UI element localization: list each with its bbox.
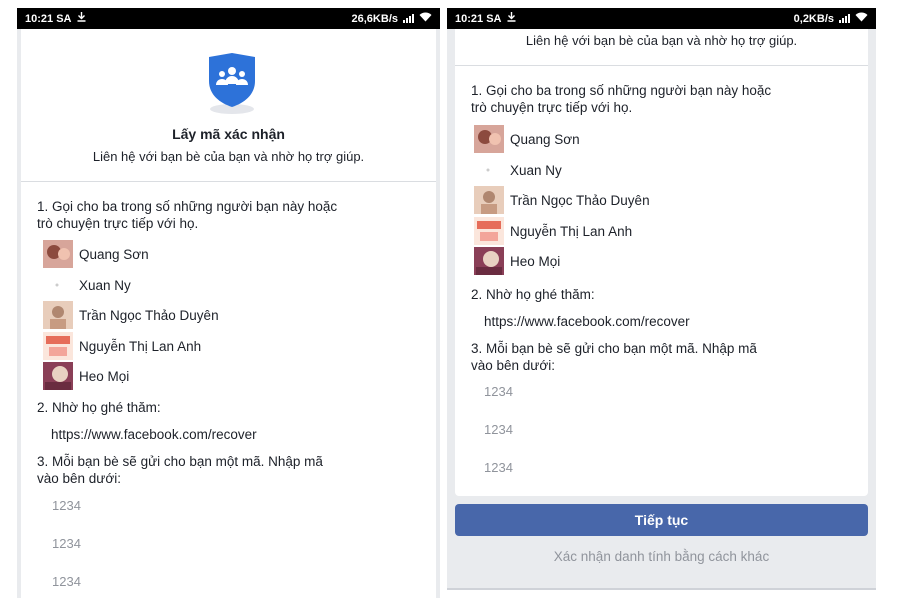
friend-item: Nguyễn Thị Lan Anh [474,217,632,245]
step2-text: 2. Nhờ họ ghé thăm: [471,287,595,302]
recover-url: https://www.facebook.com/recover [484,314,690,329]
status-time: 10:21 SA [25,12,72,25]
friend-name: Nguyễn Thị Lan Anh [510,223,633,239]
friend-avatar [474,125,504,153]
page-subtitle: Liên hệ với bạn bè của bạn và nhờ họ trợ… [525,33,798,48]
friend-item: Heo Mọi [474,247,560,275]
friend-name: Xuan Ny [79,277,131,293]
status-bar: 10:21 SA 0,2KB/s [447,8,876,29]
friend-name: Quang Sơn [510,131,580,147]
step3-text-cont: vào bên dưới: [37,471,121,486]
code-input[interactable]: 1234 [484,460,513,475]
friend-item: Nguyễn Thị Lan Anh [43,332,201,360]
friend-item: Quang Sơn [474,125,580,153]
alternate-verification-link[interactable]: Xác nhận danh tính bằng cách khác [447,549,876,564]
friend-item: Quang Sơn [43,240,149,268]
friend-item: Trần Ngọc Thảo Duyên [43,301,219,329]
signal-icon [839,14,850,23]
divider [455,65,868,66]
step1-text: 1. Gọi cho ba trong số những người bạn n… [37,199,338,214]
friend-item: Xuan Ny [474,156,562,184]
friend-name: Heo Mọi [510,253,561,269]
friend-avatar [43,271,73,299]
friend-avatar [43,332,73,360]
left-phone-screen: 10:21 SA 26,6KB/s Lấy mã xác nhận Liên h… [17,8,440,598]
friend-item: Heo Mọi [43,362,129,390]
continue-button[interactable]: Tiếp tục [455,504,868,536]
code-input[interactable]: 1234 [52,536,81,551]
friend-avatar [474,156,504,184]
status-time: 10:21 SA [455,12,502,25]
wifi-icon [419,12,432,25]
friend-item: Xuan Ny [43,271,131,299]
step1-text-cont: trò chuyện trực tiếp với họ. [471,100,633,115]
network-speed: 0,2KB/s [793,12,834,25]
right-phone-screen: 10:21 SA 0,2KB/s Liên hệ với bạn bè của … [447,8,876,590]
recover-url: https://www.facebook.com/recover [51,427,257,442]
status-bar: 10:21 SA 26,6KB/s [17,8,440,29]
signal-icon [403,14,414,23]
network-speed: 26,6KB/s [351,12,398,25]
friend-avatar [43,240,73,268]
wifi-icon [855,12,868,25]
friend-name: Quang Sơn [79,246,149,262]
friend-name: Trần Ngọc Thảo Duyên [510,192,650,208]
friend-avatar [43,301,73,329]
step3-text: 3. Mỗi bạn bè sẽ gửi cho bạn một mã. Nhậ… [471,341,757,356]
divider [447,588,876,590]
code-input[interactable]: 1234 [484,384,513,399]
friends-shield-icon [205,51,259,115]
friend-avatar [474,217,504,245]
friend-name: Heo Mọi [79,368,130,384]
page-title: Lấy mã xác nhận [172,126,285,142]
divider [21,181,436,182]
step3-text-cont: vào bên dưới: [471,358,555,373]
friend-avatar [474,186,504,214]
code-input[interactable]: 1234 [52,574,81,589]
friend-name: Nguyễn Thị Lan Anh [79,338,202,354]
download-arrow-icon [77,12,86,25]
step1-text: 1. Gọi cho ba trong số những người bạn n… [471,83,772,98]
code-input[interactable]: 1234 [484,422,513,437]
friend-item: Trần Ngọc Thảo Duyên [474,186,650,214]
recovery-card: Liên hệ với bạn bè của bạn và nhờ họ trợ… [455,29,868,496]
friend-name: Trần Ngọc Thảo Duyên [79,307,219,323]
code-input[interactable]: 1234 [52,498,81,513]
download-arrow-icon [507,12,516,25]
page-subtitle: Liên hệ với bạn bè của bạn và nhờ họ trợ… [92,149,365,164]
recovery-card: Lấy mã xác nhận Liên hệ với bạn bè của b… [21,29,436,598]
step1-text-cont: trò chuyện trực tiếp với họ. [37,216,199,231]
step2-text: 2. Nhờ họ ghé thăm: [37,400,161,415]
friend-avatar [43,362,73,390]
friend-avatar [474,247,504,275]
friend-name: Xuan Ny [510,162,562,178]
step3-text: 3. Mỗi bạn bè sẽ gửi cho bạn một mã. Nhậ… [37,454,323,469]
